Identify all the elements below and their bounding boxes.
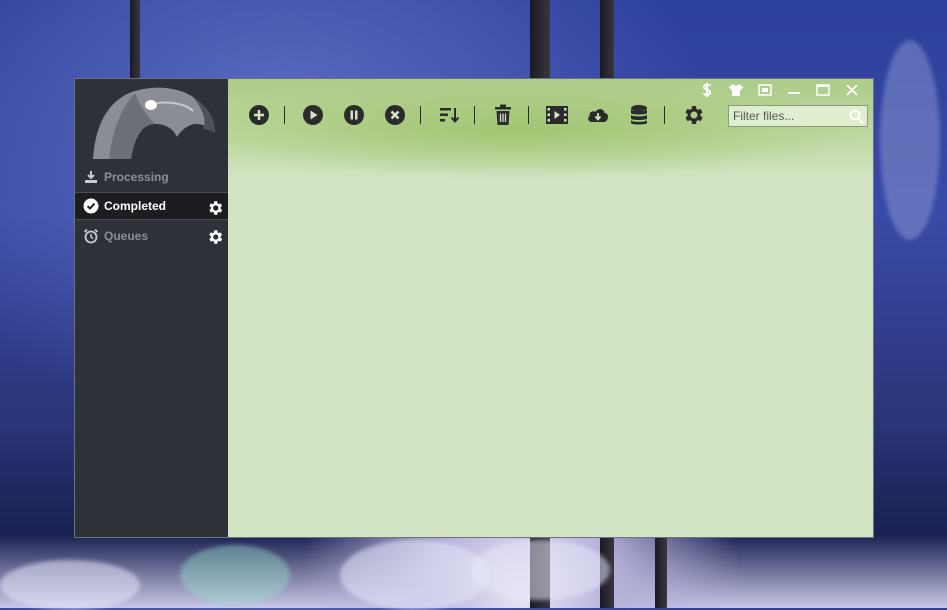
toolbar bbox=[246, 101, 721, 129]
check-circle-icon bbox=[83, 198, 99, 214]
sidebar-item-label: Processing bbox=[104, 170, 169, 184]
stop-icon[interactable] bbox=[382, 102, 408, 128]
cloud-download-icon[interactable] bbox=[585, 102, 611, 128]
sidebar-item-processing[interactable]: Processing bbox=[75, 163, 228, 191]
window-controls bbox=[689, 82, 863, 98]
play-icon[interactable] bbox=[300, 102, 326, 128]
sidebar-item-completed[interactable]: Completed bbox=[75, 192, 228, 220]
tshirt-icon[interactable] bbox=[725, 82, 747, 98]
sidebar-item-label: Completed bbox=[104, 199, 167, 213]
add-icon[interactable] bbox=[246, 102, 272, 128]
maximize-icon[interactable] bbox=[812, 82, 834, 98]
sidebar-item-label: Queues bbox=[104, 229, 149, 243]
video-icon[interactable] bbox=[544, 102, 570, 128]
alarm-clock-icon bbox=[83, 228, 99, 244]
toolbar-separator bbox=[474, 106, 475, 124]
sort-icon[interactable] bbox=[436, 102, 462, 128]
compact-mode-icon[interactable] bbox=[754, 82, 776, 98]
queues-settings-gear-icon[interactable] bbox=[206, 228, 224, 246]
toolbar-separator bbox=[664, 106, 665, 124]
filter-files-input[interactable] bbox=[729, 109, 849, 123]
toolbar-separator bbox=[420, 106, 421, 124]
download-tray-icon bbox=[83, 169, 99, 185]
completed-settings-gear-icon[interactable] bbox=[206, 199, 224, 217]
main-panel bbox=[228, 79, 873, 537]
toolbar-separator bbox=[284, 106, 285, 124]
close-icon[interactable] bbox=[841, 82, 863, 98]
dollar-icon[interactable] bbox=[696, 82, 718, 98]
search-icon[interactable] bbox=[849, 109, 864, 129]
app-window: Processing Completed Queues bbox=[74, 78, 874, 538]
eagle-logo bbox=[83, 81, 223, 161]
toolbar-separator bbox=[528, 106, 529, 124]
file-list-area bbox=[228, 179, 873, 537]
filter-files-box bbox=[728, 105, 868, 127]
minimize-icon[interactable] bbox=[783, 82, 805, 98]
database-icon[interactable] bbox=[626, 102, 652, 128]
pause-icon[interactable] bbox=[341, 102, 367, 128]
sidebar: Processing Completed Queues bbox=[75, 79, 228, 537]
trash-icon[interactable] bbox=[490, 102, 516, 128]
sidebar-item-queues[interactable]: Queues bbox=[75, 222, 228, 250]
settings-icon[interactable] bbox=[680, 102, 706, 128]
